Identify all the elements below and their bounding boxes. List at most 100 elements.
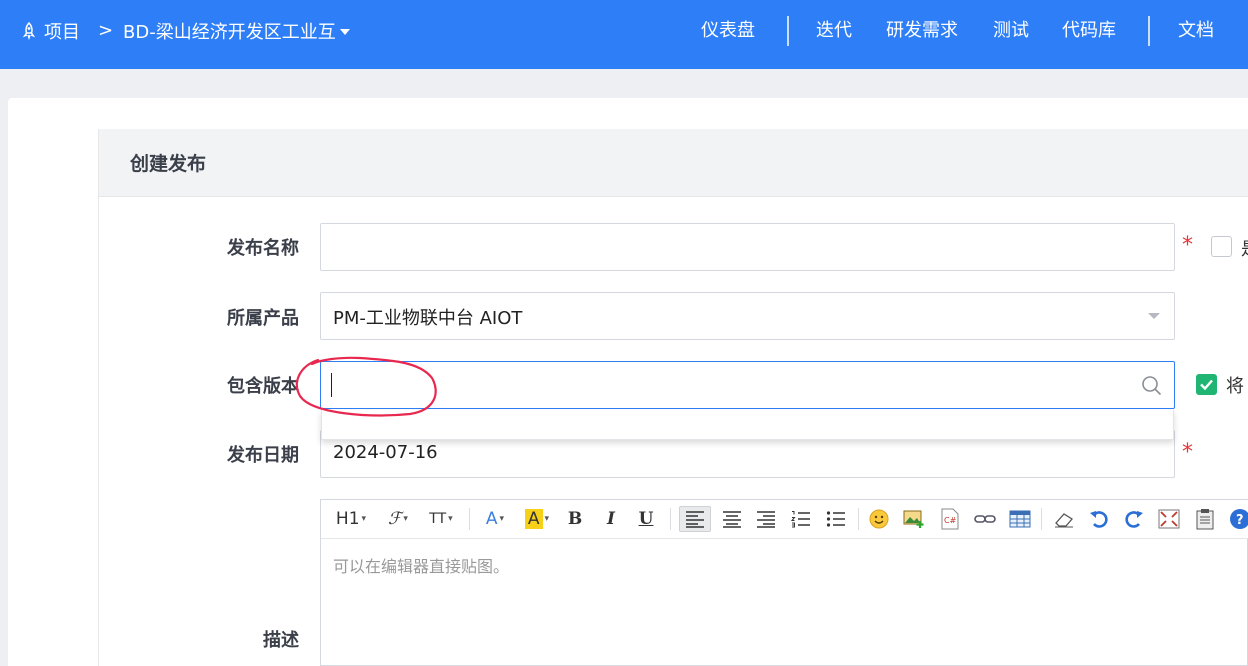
bold-icon: B (567, 509, 583, 529)
versions-option-label: 将 (1226, 376, 1244, 397)
versions-search-input[interactable] (320, 361, 1175, 409)
panel-header: 创建发布 (99, 129, 1248, 197)
chevron-down-icon: ▾ (361, 514, 367, 524)
rocket-icon (22, 22, 36, 40)
align-center-button[interactable] (717, 506, 747, 532)
release-name-label: 发布名称 (227, 238, 299, 259)
italic-icon: I (607, 509, 615, 529)
undo-button[interactable] (1085, 506, 1113, 532)
code-icon: C# (941, 508, 959, 530)
underline-icon: U (638, 509, 654, 529)
projects-home-link[interactable]: 项目 (20, 18, 80, 44)
eraser-icon (1055, 513, 1073, 528)
chevron-down-icon: ▾ (403, 514, 408, 524)
bold-button[interactable]: B (563, 506, 587, 532)
background-color-button[interactable]: A ▾ (519, 506, 555, 532)
underline-button[interactable]: U (634, 506, 658, 532)
home-label: 项目 (44, 22, 80, 43)
search-icon (1142, 376, 1162, 396)
link-icon (974, 515, 996, 523)
chevron-down-icon: ▾ (448, 514, 453, 524)
product-label: 所属产品 (227, 308, 299, 329)
toolbar-separator (858, 508, 859, 530)
insert-table-button[interactable] (1006, 506, 1034, 532)
required-mark: * (1182, 233, 1193, 258)
svg-text:?: ? (1236, 513, 1244, 528)
help-button[interactable]: ? (1226, 506, 1248, 532)
nav-iteration[interactable]: 迭代 (816, 18, 852, 44)
heading-label: H1 (335, 509, 360, 529)
chevron-down-icon: ▾ (499, 514, 505, 524)
background-color-icon: A (524, 509, 543, 529)
description-editor[interactable]: H1 ▾ ℱ ▾ TT ▾ A ▾ A ▾ B I U C# ? 可以在编辑器直… (320, 499, 1248, 666)
top-nav-bar: 项目 > BD-梁山经济开发区工业互 仪表盘 迭代 研发需求 测试 代码库 文档 (0, 0, 1248, 69)
nav-testing[interactable]: 测试 (993, 18, 1029, 44)
image-icon (903, 510, 924, 528)
redo-icon (1125, 511, 1143, 528)
project-name: BD-梁山经济开发区工业互 (123, 22, 336, 43)
caret-down-icon (1148, 313, 1160, 319)
checkmark-icon (1200, 379, 1213, 391)
align-center-icon (723, 511, 741, 528)
release-name-input[interactable] (320, 223, 1175, 271)
clear-format-button[interactable] (1050, 506, 1078, 532)
caret-down-icon (339, 29, 350, 35)
align-left-icon (686, 511, 704, 528)
insert-image-button[interactable] (900, 506, 928, 532)
description-label: 描述 (263, 630, 299, 651)
clipboard-icon (1196, 509, 1214, 530)
font-color-icon: A (485, 509, 498, 529)
name-option-checkbox[interactable] (1211, 236, 1232, 257)
nav-divider (1148, 16, 1150, 46)
nav-code-repo[interactable]: 代码库 (1062, 18, 1116, 44)
code-block-button[interactable]: C# (936, 506, 964, 532)
emoji-button[interactable] (865, 506, 893, 532)
font-size-button[interactable]: TT ▾ (423, 506, 459, 532)
table-icon (1009, 510, 1031, 528)
editor-placeholder: 可以在编辑器直接贴图。 (333, 557, 510, 576)
heading-button[interactable]: H1 ▾ (333, 506, 369, 532)
emoji-icon (869, 509, 889, 529)
bullet-list-icon (826, 511, 845, 527)
font-size-icon: TT (429, 511, 447, 527)
align-right-button[interactable] (751, 506, 781, 532)
nav-docs[interactable]: 文档 (1178, 18, 1214, 44)
bullet-list-button[interactable] (821, 506, 851, 532)
help-icon: ? (1230, 509, 1248, 529)
font-color-button[interactable]: A ▾ (479, 506, 511, 532)
chevron-down-icon: ▾ (544, 514, 550, 524)
product-select[interactable]: PM-工业物联中台 AIOT (320, 292, 1175, 340)
align-left-button[interactable] (679, 506, 711, 532)
toolbar-separator (1041, 508, 1042, 530)
ordered-list-icon (791, 511, 810, 528)
breadcrumb-separator: > (98, 20, 114, 41)
align-right-icon (757, 511, 775, 528)
paste-button[interactable] (1191, 506, 1219, 532)
italic-button[interactable]: I (599, 506, 623, 532)
panel-title: 创建发布 (130, 153, 207, 175)
insert-link-button[interactable] (971, 506, 999, 532)
versions-dropdown[interactable] (321, 410, 1174, 440)
release-date-value: 2024-07-16 (333, 442, 438, 463)
fullscreen-button[interactable] (1155, 506, 1183, 532)
project-switcher[interactable]: BD-梁山经济开发区工业互 (123, 18, 350, 44)
editor-toolbar: H1 ▾ ℱ ▾ TT ▾ A ▾ A ▾ B I U C# ? (321, 500, 1248, 539)
undo-icon (1090, 511, 1108, 528)
product-value: PM-工业物联中台 AIOT (333, 308, 523, 329)
svg-text:C#: C# (944, 516, 957, 525)
font-family-button[interactable]: ℱ ▾ (381, 506, 415, 532)
fullscreen-icon (1158, 509, 1180, 529)
nav-dashboard[interactable]: 仪表盘 (701, 18, 755, 44)
release-date-label: 发布日期 (227, 445, 299, 466)
name-option-label: 是 (1241, 235, 1248, 261)
font-family-icon: ℱ (388, 509, 402, 529)
versions-label: 包含版本 (227, 376, 299, 397)
toolbar-separator (469, 508, 470, 530)
nav-requirements[interactable]: 研发需求 (886, 18, 958, 44)
text-cursor (331, 373, 332, 397)
toolbar-separator (670, 508, 671, 530)
required-mark: * (1182, 440, 1193, 465)
versions-option-checkbox[interactable] (1196, 374, 1217, 395)
ordered-list-button[interactable] (786, 506, 816, 532)
redo-button[interactable] (1120, 506, 1148, 532)
